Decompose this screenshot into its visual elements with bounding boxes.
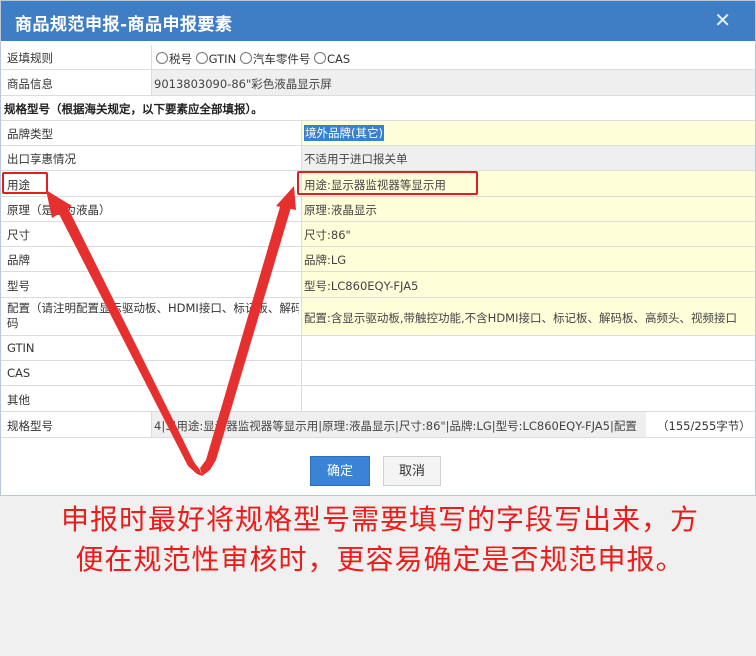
caption-line-1: 申报时最好将规格型号需要填写的字段写出来，方 <box>60 503 699 536</box>
arrow-head-right <box>276 186 296 210</box>
caption-line-2: 便在规范性审核时，更容易确定是否规范申报。 <box>75 543 685 576</box>
arrow-to-usage-label <box>58 208 202 476</box>
annotation-caption: 申报时最好将规格型号需要填写的字段写出来，方 便在规范性审核时，更容易确定是否规… <box>20 500 740 580</box>
arrow-to-usage-value <box>200 200 292 476</box>
